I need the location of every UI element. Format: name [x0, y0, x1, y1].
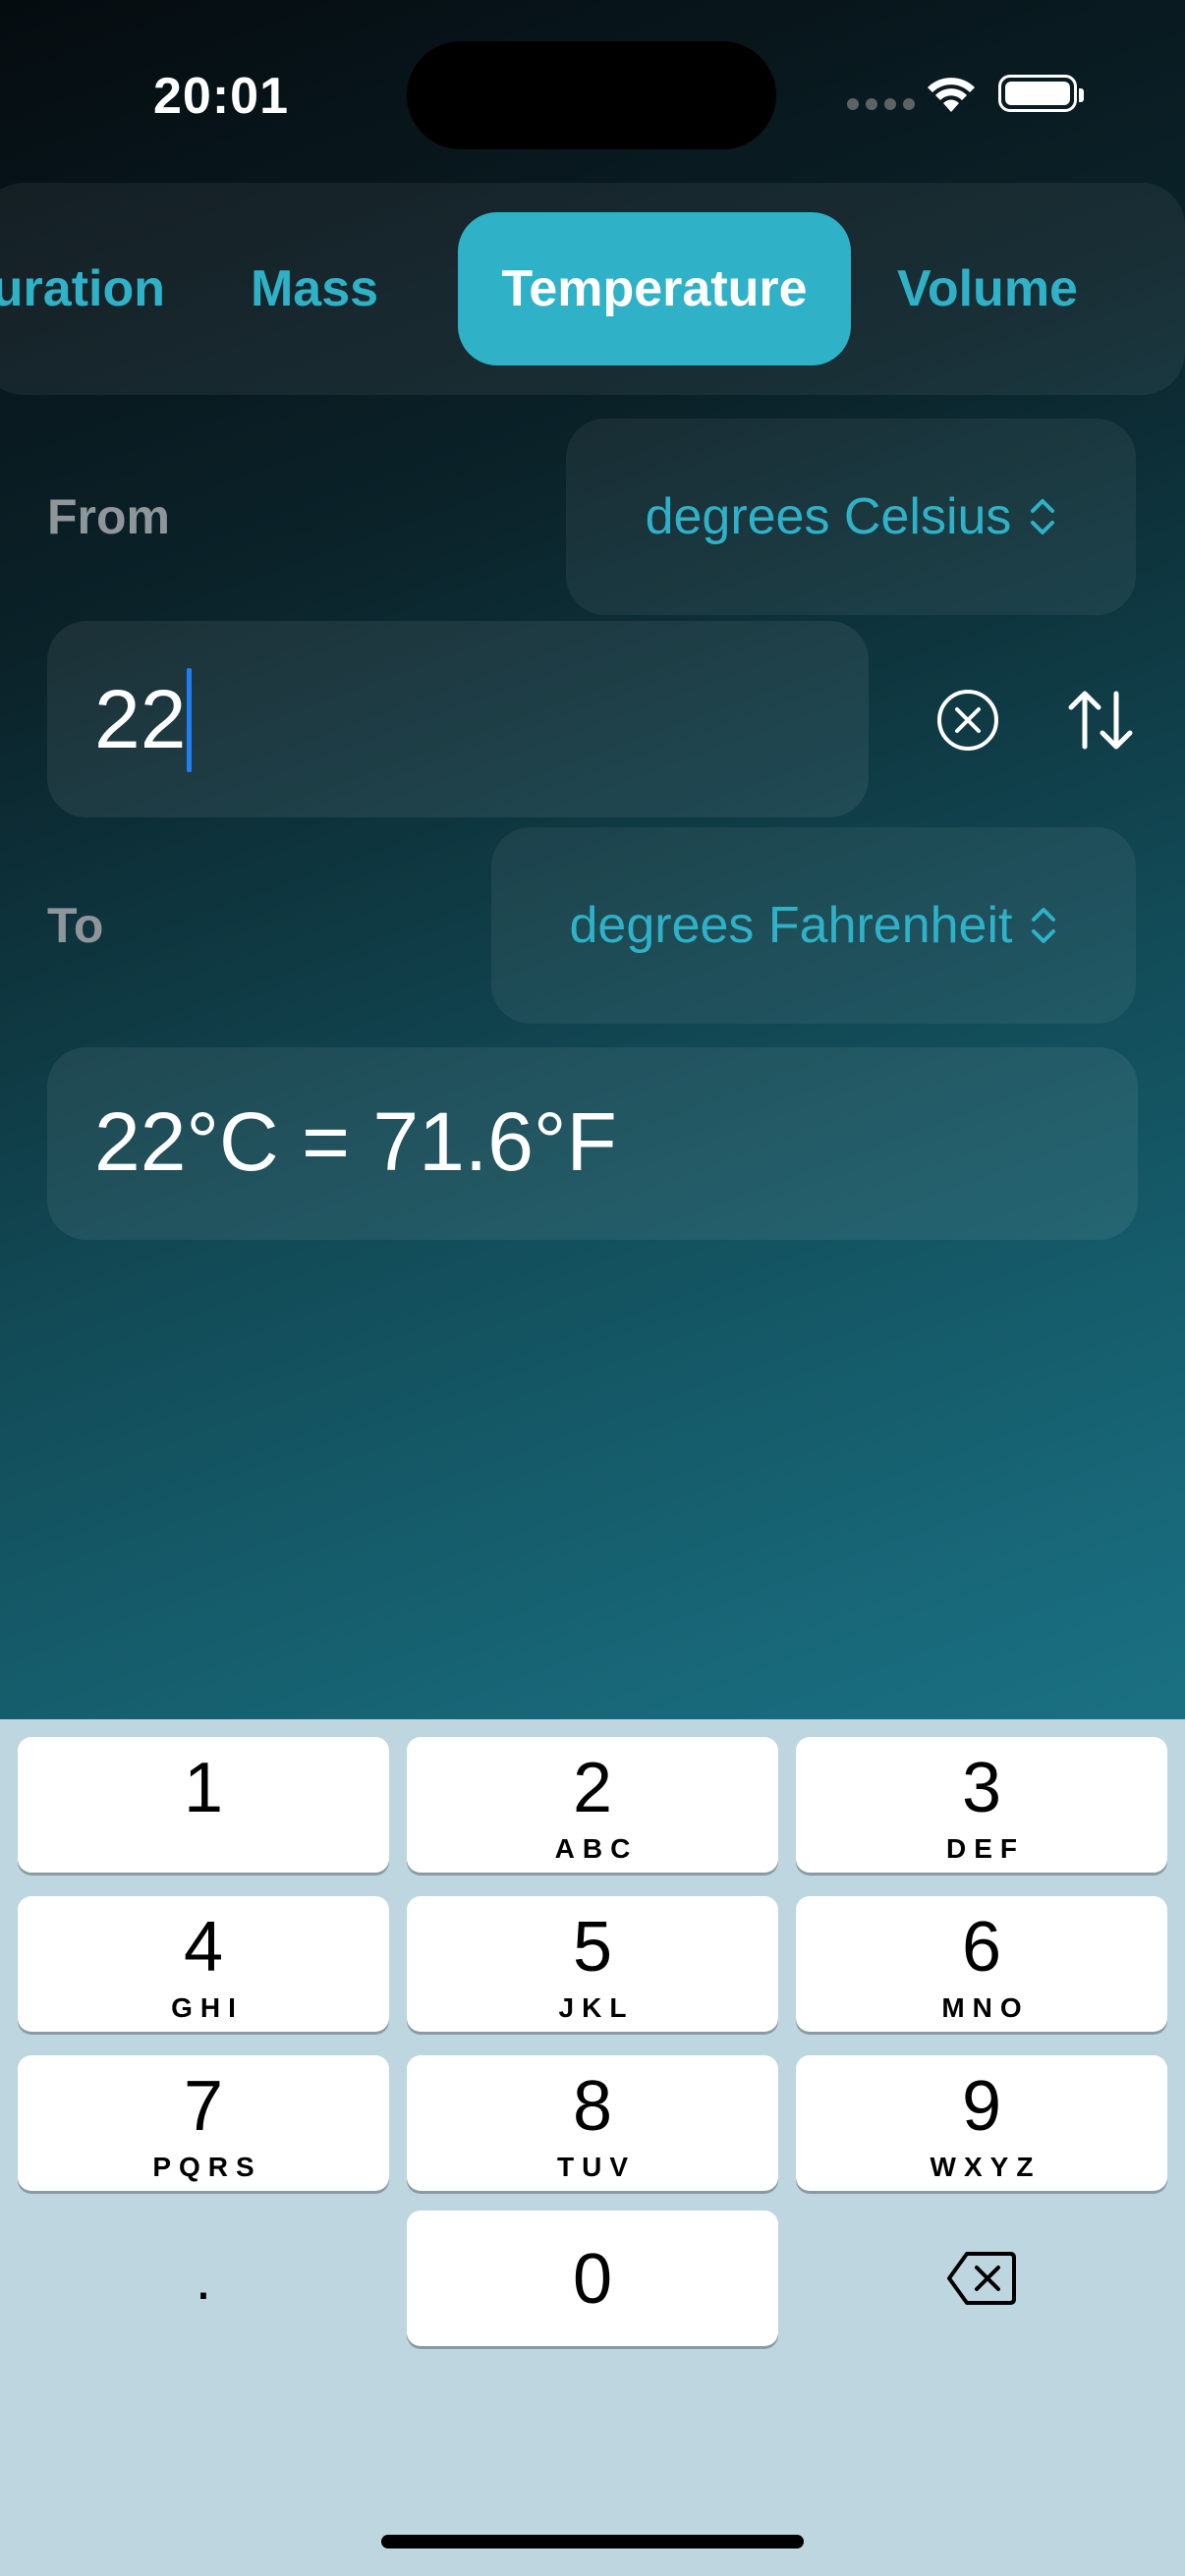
key-digit: 5 [572, 1908, 613, 1987]
key-7[interactable]: 7 PQRS [18, 2055, 389, 2191]
key-digit: 6 [961, 1908, 1002, 1987]
key-digit: 0 [572, 2240, 613, 2319]
value-input[interactable]: 22 [47, 621, 869, 817]
tab-temperature[interactable]: Temperature [458, 212, 851, 365]
key-letters: PQRS [152, 2152, 262, 2182]
tab-mass[interactable]: Mass [236, 212, 393, 365]
key-5[interactable]: 5 JKL [407, 1896, 778, 2032]
key-digit: 3 [961, 1749, 1002, 1827]
key-letters: DEF [946, 1833, 1025, 1864]
key-letters: WXYZ [930, 2152, 1042, 2182]
status-time: 20:01 [153, 68, 289, 125]
numeric-keypad: 1 2 ABC 3 DEF 4 GHI 5 JKL 6 MNO 7 PQRS 8… [0, 1719, 1185, 2576]
wifi-icon [928, 78, 975, 112]
chevron-updown-icon [1032, 908, 1056, 943]
input-value: 22 [94, 673, 187, 765]
category-tabs: uration Mass Temperature Volume [0, 183, 1185, 395]
battery-icon [998, 75, 1084, 112]
result-text: 22°C = 71.6°F [94, 1095, 617, 1188]
key-digit: 7 [183, 2067, 224, 2146]
key-digit: 9 [961, 2067, 1002, 2146]
home-indicator [381, 2535, 804, 2548]
converter-screen: 20:01 uration Mass Temperature Volume Fr… [0, 0, 1185, 1719]
cellular-signal-icon [847, 98, 915, 110]
key-2[interactable]: 2 ABC [407, 1737, 778, 1873]
key-6[interactable]: 6 MNO [796, 1896, 1167, 2032]
key-letters: MNO [941, 1992, 1030, 2023]
key-letters: JKL [558, 1992, 635, 2023]
result-display: 22°C = 71.6°F [47, 1047, 1138, 1240]
from-label: From [47, 489, 170, 544]
key-letters: GHI [171, 1992, 244, 2023]
key-8[interactable]: 8 TUV [407, 2055, 778, 2191]
dynamic-island [407, 41, 776, 149]
key-digit: 8 [572, 2067, 613, 2146]
swap-arrows-icon[interactable] [1065, 686, 1136, 755]
text-caret [187, 668, 192, 772]
key-0[interactable]: 0 [407, 2211, 778, 2346]
from-unit-picker[interactable]: degrees Celsius [566, 419, 1136, 615]
key-delete[interactable] [796, 2211, 1167, 2346]
key-9[interactable]: 9 WXYZ [796, 2055, 1167, 2191]
from-unit-value: degrees Celsius [645, 488, 1012, 545]
tab-volume[interactable]: Volume [894, 212, 1081, 365]
key-4[interactable]: 4 GHI [18, 1896, 389, 2032]
key-digit: 4 [183, 1908, 224, 1987]
key-letters: TUV [557, 2152, 636, 2182]
to-label: To [47, 898, 104, 953]
to-unit-value: degrees Fahrenheit [569, 897, 1013, 954]
tab-duration[interactable]: uration [0, 212, 165, 365]
delete-backward-icon [947, 2252, 1016, 2305]
key-digit: 1 [183, 1749, 224, 1827]
key-3[interactable]: 3 DEF [796, 1737, 1167, 1873]
chevron-updown-icon [1031, 499, 1055, 534]
key-letters: ABC [554, 1833, 639, 1864]
to-unit-picker[interactable]: degrees Fahrenheit [491, 827, 1136, 1024]
key-1[interactable]: 1 [18, 1737, 389, 1873]
key-decimal[interactable]: . [18, 2211, 389, 2346]
key-digit: 2 [572, 1749, 613, 1827]
clear-circle-icon[interactable] [935, 688, 1000, 753]
